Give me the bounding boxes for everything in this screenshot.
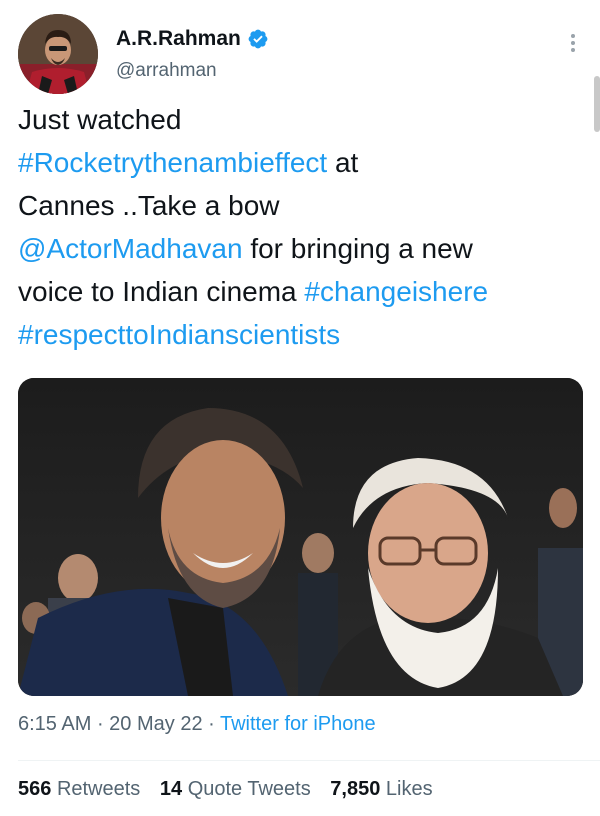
hashtag-link[interactable]: #Rocketrythenambieffect: [18, 147, 327, 178]
quote-tweets-label: Quote Tweets: [187, 778, 311, 800]
likes-stat[interactable]: 7,850 Likes: [330, 778, 432, 801]
display-name[interactable]: A.R.Rahman: [116, 26, 241, 52]
tweet-header: A.R.Rahman @arrahman: [18, 14, 600, 94]
author-names: A.R.Rahman @arrahman: [116, 26, 269, 84]
retweets-label: Retweets: [56, 778, 141, 800]
scrollbar[interactable]: [594, 76, 600, 132]
tweet-photo[interactable]: [18, 378, 583, 696]
verified-badge-icon: [247, 28, 269, 50]
tweet-text-segment: for bringing a new: [242, 233, 473, 264]
author-handle[interactable]: @arrahman: [116, 58, 269, 84]
mention-link[interactable]: @ActorMadhavan: [18, 233, 243, 264]
tweet-meta: 6:15 AM · 20 May 22 · Twitter for iPhone: [18, 713, 376, 736]
meta-separator: ·: [202, 713, 220, 735]
retweets-count: 566: [18, 778, 52, 800]
likes-label: Likes: [385, 778, 433, 800]
tweet-text-segment: voice to Indian cinema: [18, 276, 305, 307]
tweet-text-segment: at: [327, 147, 359, 178]
photo-image: [18, 378, 583, 696]
hashtag-link[interactable]: #respecttoIndianscientists: [18, 319, 340, 350]
tweet-source[interactable]: Twitter for iPhone: [220, 713, 376, 735]
avatar[interactable]: [18, 14, 98, 94]
likes-count: 7,850: [330, 778, 381, 800]
tweet-date[interactable]: 20 May 22: [109, 713, 202, 735]
retweets-stat[interactable]: 566 Retweets: [18, 778, 140, 801]
tweet-text: Just watched #Rocketrythenambieffect at …: [18, 98, 588, 356]
hashtag-link[interactable]: #changeishere: [304, 276, 488, 307]
quote-tweets-stat[interactable]: 14 Quote Tweets: [160, 778, 311, 801]
avatar-image: [18, 14, 98, 94]
display-name-row[interactable]: A.R.Rahman: [116, 26, 269, 52]
quote-tweets-count: 14: [159, 778, 183, 800]
meta-separator: ·: [91, 713, 110, 735]
tweet-time[interactable]: 6:15 AM: [18, 713, 91, 735]
more-options-icon[interactable]: [568, 32, 578, 56]
tweet-text-line: Cannes ..Take a bow: [18, 190, 280, 221]
tweet-stats: 566 Retweets 14 Quote Tweets 7,850 Likes: [18, 778, 447, 801]
divider: [18, 760, 600, 761]
tweet-text-line: Just watched: [18, 104, 182, 135]
